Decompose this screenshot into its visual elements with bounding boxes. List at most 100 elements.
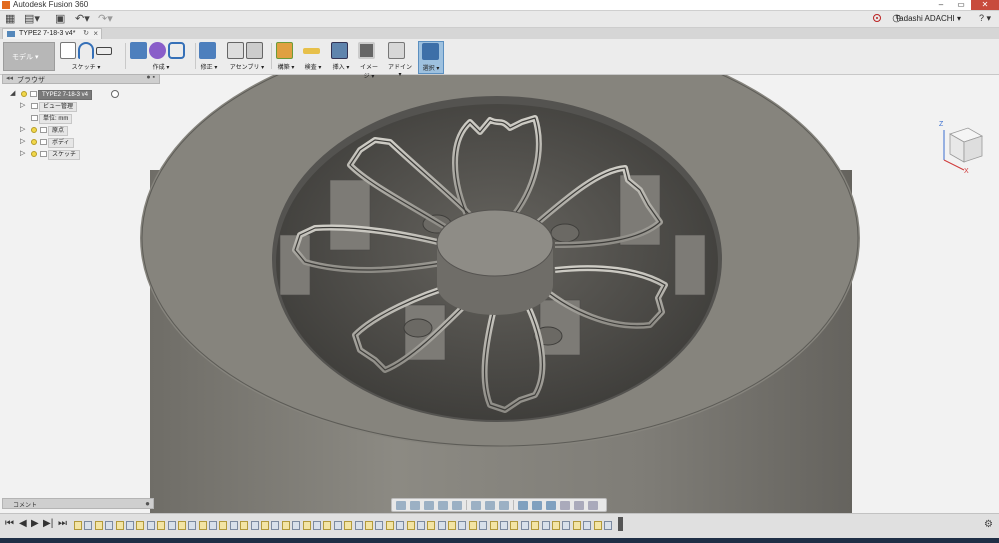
undo-icon[interactable]: ↶▾ <box>75 13 90 25</box>
tree-root-document[interactable]: ◢ TYPE2 7-18-3 v4 <box>10 89 130 100</box>
pan-hand-icon[interactable] <box>424 500 434 510</box>
timeline-sketch-feature[interactable] <box>406 521 415 530</box>
rectangle-tool-icon[interactable] <box>96 47 112 55</box>
timeline-sketch-feature[interactable] <box>551 521 560 530</box>
file-menu-icon[interactable]: ▤▾ <box>24 13 40 25</box>
timeline-position-marker[interactable] <box>618 517 623 531</box>
create-sketch-icon[interactable] <box>60 42 76 59</box>
timeline-body-feature[interactable] <box>271 521 280 530</box>
timeline-sketch-feature[interactable] <box>593 521 602 530</box>
timeline-body-feature[interactable] <box>500 521 509 530</box>
timeline-body-feature[interactable] <box>312 521 321 530</box>
view-iso-icon[interactable] <box>574 500 584 510</box>
tree-item-origin[interactable]: ▷ 原点 <box>20 125 100 136</box>
view-top-icon[interactable] <box>546 500 556 510</box>
look-at-icon[interactable] <box>410 500 420 510</box>
timeline-body-feature[interactable] <box>416 521 425 530</box>
timeline-body-feature[interactable] <box>333 521 342 530</box>
visibility-bulb-icon[interactable] <box>31 127 37 133</box>
timeline-sketch-feature[interactable] <box>115 521 124 530</box>
timeline-sketch-feature[interactable] <box>302 521 311 530</box>
visibility-bulb-icon[interactable] <box>31 151 37 157</box>
visibility-bulb-icon[interactable] <box>21 91 27 97</box>
timeline-sketch-feature[interactable] <box>323 521 332 530</box>
sketch-group[interactable]: スケッチ ▾ <box>60 42 112 72</box>
visibility-bulb-icon[interactable] <box>31 139 37 145</box>
view-back-icon[interactable] <box>588 500 598 510</box>
timeline-body-feature[interactable] <box>354 521 363 530</box>
timeline-sketch-feature[interactable] <box>74 521 82 530</box>
timeline-body-feature[interactable] <box>188 521 197 530</box>
timeline-sketch-feature[interactable] <box>531 521 540 530</box>
arc-tool-icon[interactable] <box>77 42 95 59</box>
tree-item-units[interactable]: 単位: mm <box>20 113 100 124</box>
grid-settings-icon[interactable] <box>485 500 495 510</box>
inspect-group[interactable]: 検査 ▾ <box>303 42 323 72</box>
browser-header[interactable]: ◂◂ ブラウザ ● ▪ <box>2 74 160 84</box>
timeline-body-feature[interactable] <box>229 521 238 530</box>
insert-group[interactable]: 挿入 ▾ <box>331 42 351 72</box>
modify-group[interactable]: 修正 ▾ <box>199 42 219 72</box>
active-component-radio[interactable] <box>111 90 119 98</box>
timeline-body-feature[interactable] <box>520 521 529 530</box>
timeline-body-feature[interactable] <box>125 521 134 530</box>
maximize-icon[interactable]: ▭ <box>951 0 971 10</box>
minimize-icon[interactable]: – <box>931 0 951 10</box>
panel-options-icon[interactable]: ● ▪ <box>146 74 155 81</box>
timeline-sketch-feature[interactable] <box>136 521 145 530</box>
timeline-sketch-feature[interactable] <box>572 521 581 530</box>
comments-panel[interactable]: コメント ● <box>2 498 154 509</box>
record-icon[interactable] <box>873 14 881 22</box>
timeline-body-feature[interactable] <box>479 521 488 530</box>
close-icon[interactable]: ✕ <box>971 0 999 10</box>
timeline-sketch-feature[interactable] <box>364 521 373 530</box>
data-panel-grid-icon[interactable]: ▦ <box>5 13 15 25</box>
timeline-sketch-feature[interactable] <box>219 521 228 530</box>
new-component-icon[interactable] <box>227 42 244 59</box>
measure-icon[interactable] <box>303 48 320 54</box>
zoom-icon[interactable] <box>438 500 448 510</box>
save-icon[interactable]: ▣ <box>55 13 65 25</box>
expand-chevron-icon[interactable]: ▷ <box>20 125 25 135</box>
timeline-next-icon[interactable]: ▶| <box>43 518 53 530</box>
display-settings-icon[interactable] <box>471 500 481 510</box>
user-account-menu[interactable]: Tadashi ADACHI ▾ <box>895 14 961 23</box>
timeline-last-icon[interactable]: ⏭ <box>58 518 67 530</box>
expand-chevron-icon[interactable]: ◢ <box>10 89 15 99</box>
render-image-icon[interactable] <box>358 42 375 59</box>
timeline-body-feature[interactable] <box>583 521 592 530</box>
timeline-settings-gear-icon[interactable]: ⚙ <box>984 519 993 530</box>
close-tab-icon[interactable]: × <box>93 29 98 38</box>
press-pull-icon[interactable] <box>199 42 216 59</box>
comments-options-icon[interactable]: ● <box>145 499 150 508</box>
timeline-sketch-feature[interactable] <box>489 521 498 530</box>
timeline-body-feature[interactable] <box>396 521 405 530</box>
view-right-icon[interactable] <box>560 500 570 510</box>
refresh-icon[interactable]: ↻ <box>83 29 89 37</box>
timeline-body-feature[interactable] <box>250 521 259 530</box>
timeline-body-feature[interactable] <box>603 521 612 530</box>
assemble-group[interactable]: アセンブリ ▾ <box>227 42 267 72</box>
timeline-sketch-feature[interactable] <box>157 521 166 530</box>
timeline-sketch-feature[interactable] <box>261 521 270 530</box>
viewports-icon[interactable] <box>499 500 509 510</box>
view-cube[interactable]: Z X <box>930 120 988 178</box>
collapse-panel-icon[interactable]: ◂◂ <box>6 74 13 82</box>
expand-chevron-icon[interactable]: ▷ <box>20 101 25 111</box>
tree-item-bodies[interactable]: ▷ ボディ <box>20 137 100 148</box>
extrude-icon[interactable] <box>130 42 147 59</box>
timeline-prev-icon[interactable]: ◀ <box>19 518 27 530</box>
tree-item-named-views[interactable]: ▷ ビュー管理 <box>20 101 100 112</box>
timeline-body-feature[interactable] <box>437 521 446 530</box>
tree-item-sketches[interactable]: ▷ スケッチ <box>20 149 100 160</box>
timeline-body-feature[interactable] <box>209 521 218 530</box>
timeline-track[interactable] <box>74 519 622 532</box>
timeline-sketch-feature[interactable] <box>468 521 477 530</box>
timeline-body-feature[interactable] <box>84 521 93 530</box>
addins-group[interactable]: アドイン ▾ <box>388 42 412 78</box>
expand-chevron-icon[interactable]: ▷ <box>20 149 25 159</box>
timeline-sketch-feature[interactable] <box>510 521 519 530</box>
joint-icon[interactable] <box>246 42 263 59</box>
timeline-body-feature[interactable] <box>146 521 155 530</box>
select-group[interactable]: 選択 ▾ <box>418 41 444 74</box>
